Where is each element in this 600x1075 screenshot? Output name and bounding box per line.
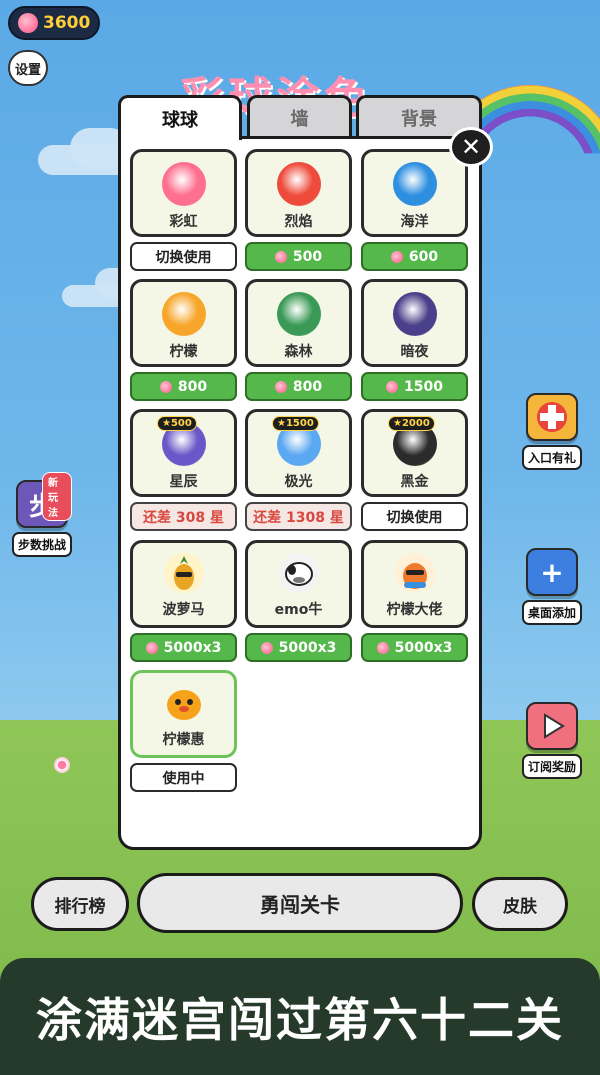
ball-action-button[interactable]: 还差 308 星: [130, 502, 237, 531]
ball-action-button[interactable]: 切换使用: [361, 502, 468, 531]
ball-name: 极光: [284, 474, 313, 490]
ball-icon: [392, 162, 437, 206]
ball-name: 暗夜: [400, 344, 429, 360]
star-requirement-badge: ★2000: [388, 416, 435, 431]
ball-card[interactable]: 烈焰: [245, 149, 352, 237]
ball-action-button[interactable]: 800: [245, 372, 352, 401]
play-icon: [526, 702, 578, 750]
ball-action-button[interactable]: 5000x3: [245, 633, 352, 662]
cow-pet-icon: [278, 552, 320, 594]
ball-card[interactable]: 柠檬大佬: [361, 540, 468, 628]
desktop-add-label: 桌面添加: [522, 600, 583, 625]
ball-action-label: 5000x3: [278, 639, 337, 656]
coin-icon: [274, 380, 287, 393]
settings-button[interactable]: 设置: [8, 50, 48, 86]
ball-card[interactable]: 波萝马: [130, 540, 237, 628]
subscribe-reward-label: 订阅奖励: [522, 754, 583, 779]
ball-icon: [392, 292, 437, 336]
ball-action-label: 500: [292, 248, 323, 265]
ball-action-button[interactable]: 使用中: [130, 763, 237, 792]
new-mode-badge: 新玩法: [42, 472, 73, 521]
ball-icon: [276, 292, 321, 336]
coin-icon: [390, 250, 403, 263]
pineapple-pet-icon: [163, 552, 205, 594]
ball-name: 森林: [284, 344, 313, 360]
ball-card[interactable]: ★1500 极光: [245, 409, 352, 497]
gift-icon: [526, 393, 578, 441]
coin-icon: [376, 641, 389, 654]
tab-balls[interactable]: 球球: [118, 95, 242, 140]
step-challenge-label: 步数挑战: [12, 532, 73, 557]
boss-pet-icon: [394, 552, 436, 594]
ball-card[interactable]: emo牛: [245, 540, 352, 628]
ball-name: 星辰: [169, 474, 198, 490]
ball-card[interactable]: 暗夜: [361, 279, 468, 367]
coin-counter: 3600: [8, 6, 100, 40]
ball-name: 海洋: [400, 214, 429, 230]
ball-action-label: 800: [177, 378, 208, 395]
ball-action-label: 5000x3: [394, 639, 453, 656]
skin-button[interactable]: 皮肤: [472, 877, 568, 931]
star-requirement-badge: ★500: [157, 416, 197, 431]
coin-icon: [260, 641, 273, 654]
ball-action-button[interactable]: 切换使用: [130, 242, 237, 271]
challenge-levels-button[interactable]: 勇闯关卡: [137, 873, 463, 933]
close-icon[interactable]: ✕: [449, 127, 493, 167]
star-requirement-badge: ★1500: [272, 416, 319, 431]
ball-name: 黑金: [400, 474, 429, 490]
ball-action-button[interactable]: 1500: [361, 372, 468, 401]
coin-icon: [145, 641, 158, 654]
ball-action-button[interactable]: 500: [245, 242, 352, 271]
ball-card[interactable]: ★500 星辰: [130, 409, 237, 497]
ball-action-label: 600: [408, 248, 439, 265]
entry-gift-button[interactable]: 入口有礼: [522, 393, 583, 470]
ball-action-button[interactable]: 还差 1308 星: [245, 502, 352, 531]
plus-icon: +: [526, 548, 578, 596]
ball-action-button[interactable]: 600: [361, 242, 468, 271]
ball-action-label: 还差 308 星: [143, 509, 224, 526]
ball-card[interactable]: ★2000 黑金: [361, 409, 468, 497]
pink-ball-icon: [54, 757, 70, 773]
ball-icon: [161, 292, 206, 336]
leaderboard-button[interactable]: 排行榜: [31, 877, 129, 931]
coin-value: 3600: [43, 13, 91, 33]
ball-card[interactable]: 柠檬惠: [130, 670, 237, 758]
ball-action-label: 切换使用: [386, 509, 443, 526]
ball-card[interactable]: 海洋: [361, 149, 468, 237]
ball-action-label: 5000x3: [163, 639, 222, 656]
ball-name: 柠檬: [169, 344, 198, 360]
ball-name: 柠檬惠: [162, 732, 205, 748]
ball-action-button[interactable]: 800: [130, 372, 237, 401]
coin-icon: [18, 13, 38, 33]
desktop-add-button[interactable]: + 桌面添加: [522, 548, 583, 625]
ball-name: 波萝马: [162, 602, 205, 618]
promo-banner-text: 涂满迷宫闯过第六十二关: [36, 992, 564, 1047]
ball-card[interactable]: 柠檬: [130, 279, 237, 367]
ball-action-label: 切换使用: [155, 249, 212, 266]
step-challenge-button[interactable]: 步 新玩法 步数挑战: [12, 472, 73, 557]
ball-action-button[interactable]: 5000x3: [130, 633, 237, 662]
ball-action-label: 1500: [404, 378, 443, 395]
ball-card[interactable]: 森林: [245, 279, 352, 367]
promo-banner: 涂满迷宫闯过第六十二关: [0, 958, 600, 1075]
coin-icon: [159, 380, 172, 393]
ball-name: 彩虹: [169, 214, 198, 230]
ball-name: emo牛: [274, 602, 323, 618]
tab-wall[interactable]: 墙: [247, 95, 352, 137]
ball-name: 烈焰: [284, 214, 313, 230]
entry-gift-label: 入口有礼: [522, 445, 583, 470]
ball-icon: [161, 162, 206, 206]
chick-pet-icon: [163, 682, 205, 724]
ball-icon: [276, 162, 321, 206]
ball-action-label: 800: [292, 378, 323, 395]
ball-name: 柠檬大佬: [386, 602, 443, 618]
ball-action-label: 使用中: [162, 770, 205, 787]
ball-action-label: 还差 1308 星: [253, 509, 344, 526]
subscribe-reward-button[interactable]: 订阅奖励: [522, 702, 583, 779]
ball-action-button[interactable]: 5000x3: [361, 633, 468, 662]
coin-icon: [274, 250, 287, 263]
ball-card[interactable]: 彩虹: [130, 149, 237, 237]
coin-icon: [386, 380, 399, 393]
